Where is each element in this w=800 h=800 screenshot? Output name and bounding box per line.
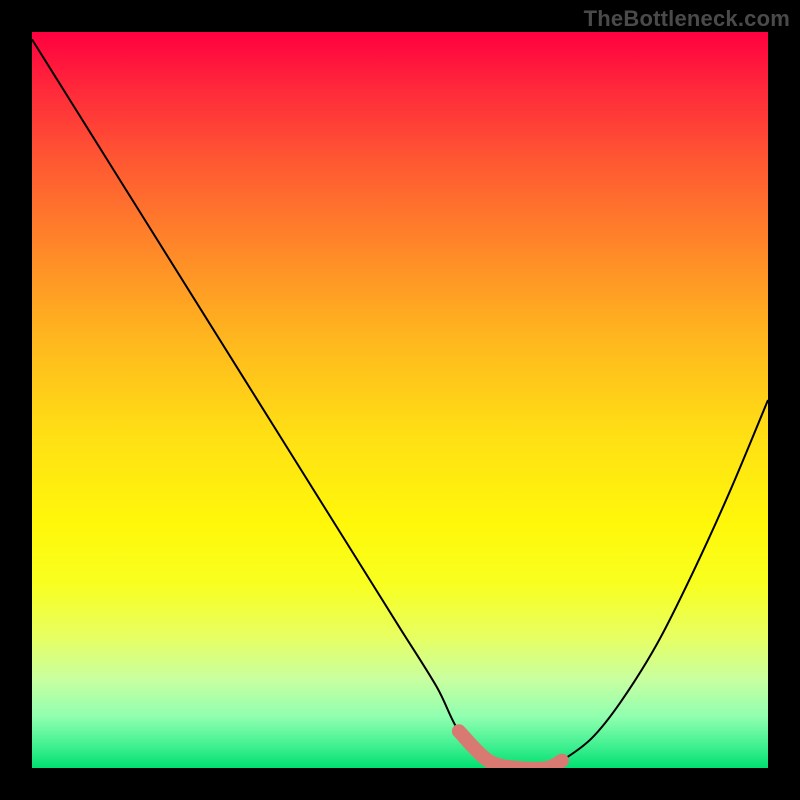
curve-optimal-highlight: [459, 731, 562, 768]
plot-area: [32, 32, 768, 768]
curve-path: [32, 39, 768, 768]
chart-frame: TheBottleneck.com: [0, 0, 800, 800]
watermark-text: TheBottleneck.com: [584, 6, 790, 32]
bottleneck-curve: [32, 32, 768, 768]
